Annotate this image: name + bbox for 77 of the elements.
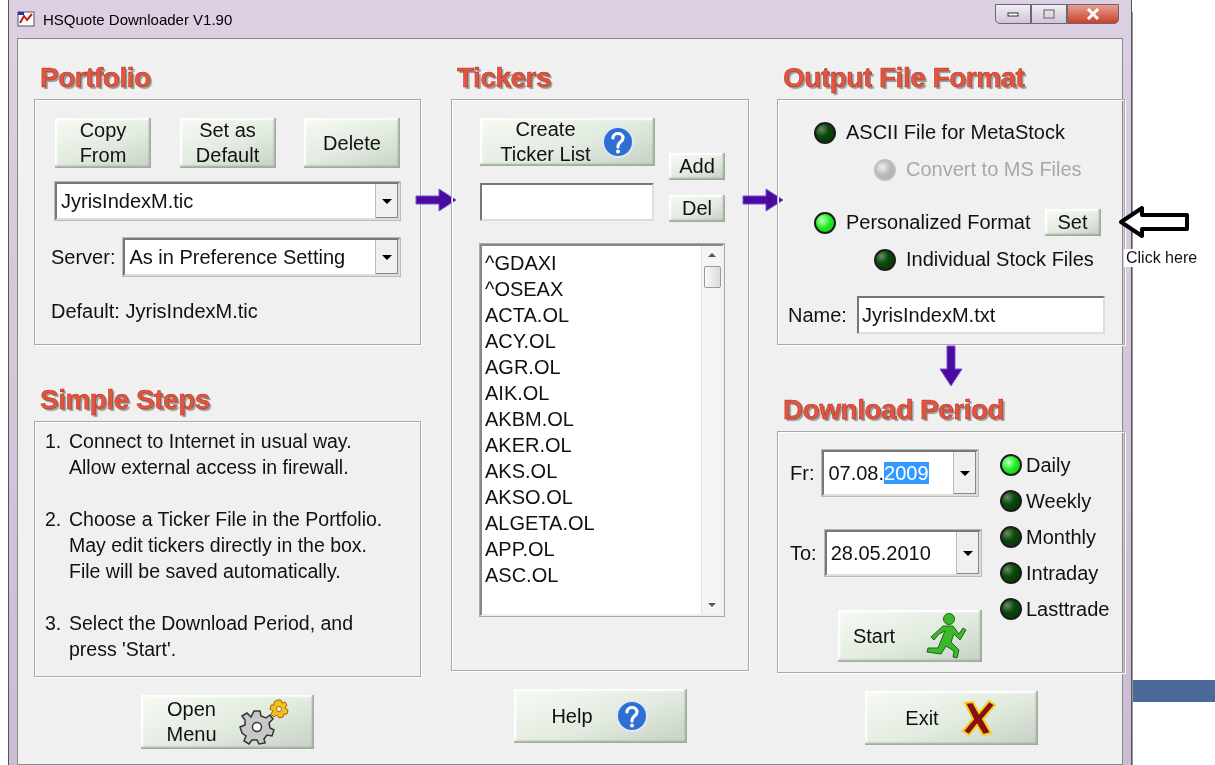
option-label[interactable]: Lasttrade: [1026, 597, 1110, 621]
default-file-text: Default: JyrisIndexM.tic: [51, 300, 259, 323]
option-label[interactable]: Intraday: [1026, 561, 1099, 585]
ticker-item[interactable]: ALGETA.OL: [485, 510, 701, 536]
step-text: Choose a Ticker File in the Portfolio.: [69, 507, 383, 532]
help-icon: [600, 125, 635, 159]
ticker-item[interactable]: AKBM.OL: [485, 406, 701, 432]
close-icon: [1086, 8, 1100, 20]
section-heading: Portfolio: [39, 61, 151, 95]
cross-icon: [960, 699, 997, 737]
option-label[interactable]: Monthly: [1026, 525, 1097, 549]
maximize-button[interactable]: [1031, 4, 1067, 24]
step-text: Connect to Internet in usual way.: [69, 429, 352, 454]
set-button[interactable]: Set: [1044, 209, 1101, 236]
section-heading: Download Period: [782, 393, 1005, 427]
arrow-icon: [415, 187, 457, 213]
create-ticker-list-button[interactable]: Create Ticker List: [480, 118, 655, 166]
ticker-item[interactable]: ASC.OL: [485, 562, 701, 588]
date-picker[interactable]: 28.05.2010: [824, 530, 981, 576]
option-label[interactable]: Individual Stock Files: [906, 248, 1094, 271]
ticker-item[interactable]: ACY.OL: [485, 328, 701, 354]
ticker-input[interactable]: [480, 183, 654, 221]
ticker-item[interactable]: APP.OL: [485, 536, 701, 562]
portfolio-button[interactable]: Copy From: [55, 118, 151, 168]
option-label[interactable]: ASCII File for MetaStock: [846, 121, 1065, 144]
minimize-icon: [1007, 11, 1019, 17]
option-label[interactable]: Weekly: [1026, 489, 1092, 513]
arrow-icon: [742, 187, 784, 213]
step-text: press 'Start'.: [69, 637, 178, 662]
arrow-icon: [1118, 205, 1190, 239]
app-icon: [17, 10, 35, 28]
ticker-item[interactable]: AGR.OL: [485, 354, 701, 380]
section-heading: Output File Format: [782, 61, 1025, 95]
minimize-button[interactable]: [995, 4, 1031, 24]
server-label: Server:: [51, 245, 116, 269]
ticker-item[interactable]: ^OSEAX: [485, 276, 701, 302]
ticker-item[interactable]: AIK.OL: [485, 380, 701, 406]
option-label[interactable]: Personalized Format: [846, 211, 1031, 234]
date-label: To:: [790, 541, 817, 565]
step-text: May edit tickers directly in the box.: [69, 533, 369, 558]
ticker-item[interactable]: AKER.OL: [485, 432, 701, 458]
portfolio-button[interactable]: Set as Default: [179, 118, 276, 168]
step-text: Select the Download Period, and: [69, 611, 354, 636]
step-text: File will be saved automatically.: [69, 559, 342, 584]
del-button[interactable]: Del: [669, 195, 725, 222]
window-title: HSQuote Downloader V1.90: [43, 10, 233, 28]
add-button[interactable]: Add: [669, 153, 725, 180]
name-field[interactable]: JyrisIndexM.txt: [856, 296, 1105, 334]
option-label[interactable]: Daily: [1026, 453, 1071, 477]
close-button[interactable]: [1067, 4, 1119, 24]
ticker-item[interactable]: ACTA.OL: [485, 302, 701, 328]
scrollbar-thumb[interactable]: [703, 266, 721, 288]
step-text: Allow external access in firewall.: [69, 455, 350, 480]
portfolio-button[interactable]: Delete: [304, 118, 400, 168]
name-label: Name:: [788, 303, 847, 327]
step-number: 3.: [45, 611, 63, 636]
exit-button[interactable]: Exit: [864, 691, 1038, 745]
ticker-item[interactable]: ^GDAXI: [485, 250, 701, 276]
section-heading: Simple Steps: [39, 383, 210, 417]
ticker-item[interactable]: AKSO.OL: [485, 484, 701, 510]
step-number: 2.: [45, 507, 63, 532]
gear-icon: [238, 699, 289, 745]
annotation-text: Click here: [1124, 249, 1200, 267]
help-icon: [614, 699, 649, 733]
section-heading: Tickers: [456, 61, 552, 95]
start-button[interactable]: Start: [838, 610, 982, 662]
maximize-icon: [1043, 9, 1055, 19]
ticker-item[interactable]: AKS.OL: [485, 458, 701, 484]
date-label: Fr:: [790, 461, 815, 485]
portfolio-select[interactable]: JyrisIndexM.tic: [55, 182, 400, 220]
menu-button[interactable]: Open Menu: [141, 695, 314, 749]
step-number: 1.: [45, 429, 63, 454]
date-picker[interactable]: 07.08.2009: [822, 450, 979, 496]
server-select[interactable]: As in Preference Setting: [123, 238, 400, 276]
help-button[interactable]: Help: [513, 689, 687, 743]
arrow-icon: [938, 345, 964, 387]
scrollbar[interactable]: [701, 246, 722, 614]
